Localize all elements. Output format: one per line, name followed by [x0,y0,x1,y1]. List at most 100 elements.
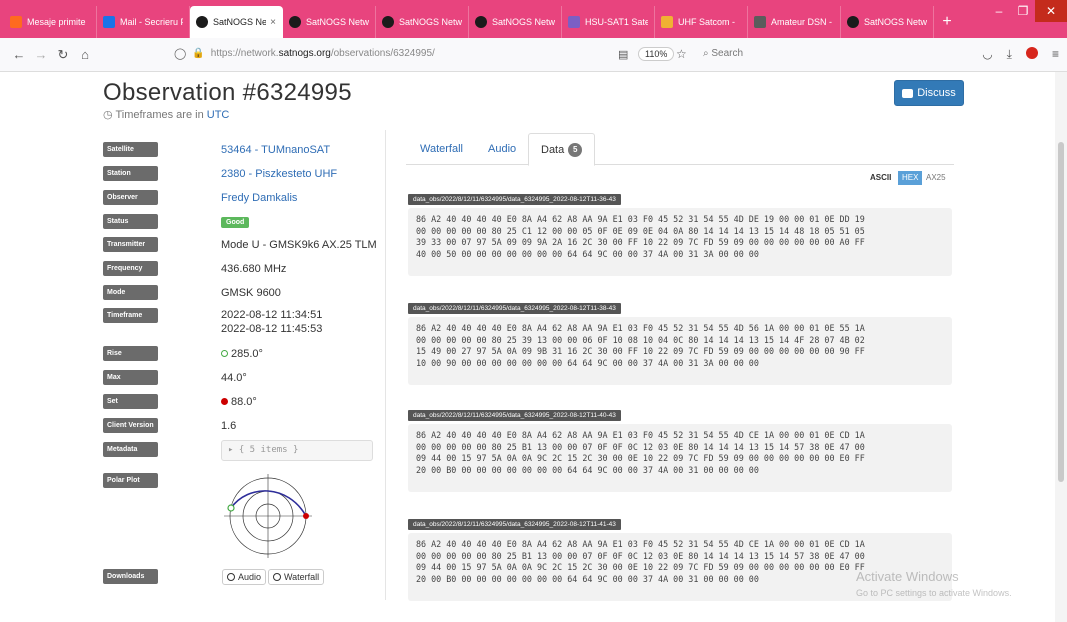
reload-icon[interactable]: ↻ [52,47,74,63]
format-ax25-button[interactable]: AX25 [922,171,950,185]
browser-tab[interactable]: SatNOGS Netwo [469,6,562,38]
mail-favicon-icon [103,16,115,28]
polar-plot [224,474,312,558]
polar-set-marker [303,513,309,519]
sat-favicon-icon [289,16,301,28]
browser-tab[interactable]: SatNOGS Netw× [190,6,283,38]
zoom-level[interactable]: 110% [638,47,675,61]
close-tab-icon[interactable]: × [270,17,276,28]
browser-tab-label: SatNOGS Netwo [399,17,462,27]
home-icon[interactable]: ⌂ [74,47,96,62]
format-ascii-button[interactable]: ASCII [866,171,895,185]
maximize-icon[interactable]: ❐ [1011,0,1035,22]
satellite-link[interactable]: 53464 - TUMnanoSAT [221,144,330,156]
fire-favicon-icon [10,16,22,28]
search-placeholder: Search [711,48,744,59]
navigation-bar: ← → ↻ ⌂ ◯ 🔒 https://network.satnogs.org/… [0,38,1067,72]
timeframe-note-text: Timeframes are in [115,109,204,121]
browser-tab[interactable]: Mail - Secrieru F [97,6,190,38]
browser-tab[interactable]: SatNOGS Netwo [841,6,934,38]
windows-activation-subtext: Go to PC settings to activate Windows. [856,588,1012,598]
close-window-icon[interactable]: ✕ [1035,0,1067,22]
packet-hex: 86 A2 40 40 40 40 E0 8A A4 62 A8 AA 9A E… [408,317,952,385]
bookmark-star-icon[interactable]: ☆ [676,47,687,61]
mode-label: Mode [103,285,158,300]
row-timeframe: Timeframe 2022-08-12 11:34:51 2022-08-12… [103,308,322,335]
pocket-icon[interactable]: ◡ [982,47,992,62]
observer-link[interactable]: Fredy Damkalis [221,192,297,204]
station-label: Station [103,166,158,181]
packet-filename: data_obs/2022/8/12/11/6324995/data_63249… [408,194,621,205]
discuss-label: Discuss [917,87,956,99]
rise-label: Rise [103,346,158,361]
rise-dot-icon [221,349,228,357]
row-downloads: Downloads [103,569,158,584]
tab-waterfall[interactable]: Waterfall [408,133,475,165]
format-hex-button[interactable]: HEX [898,171,923,185]
tab-audio[interactable]: Audio [476,133,528,165]
row-station: Station 2380 - Piszkesteto UHF [103,166,337,181]
browser-tab[interactable]: SatNOGS Netwo [376,6,469,38]
minimize-icon[interactable]: – [987,0,1011,22]
downloads-label: Downloads [103,569,158,584]
frequency-label: Frequency [103,261,158,276]
row-polar-plot: Polar Plot [103,473,158,488]
timeframe-note: ◷ Timeframes are in UTC [103,108,229,121]
sat-favicon-icon [382,16,394,28]
timeframe-start: 2022-08-12 11:34:51 [221,309,323,321]
browser-tab[interactable]: SatNOGS Netwo [283,6,376,38]
forward-icon[interactable]: → [30,47,52,62]
dsn-favicon-icon [754,16,766,28]
scrollbar-thumb[interactable] [1058,142,1064,482]
menu-icon[interactable]: ≡ [1052,47,1059,62]
utc-link[interactable]: UTC [207,109,230,121]
browser-tab[interactable]: Mesaje primite [4,6,97,38]
data-count-badge: 5 [568,142,583,157]
sat-favicon-icon [196,16,208,28]
row-client-version: Client Version 1.6 [103,418,236,433]
window-controls: – ❐ ✕ [987,0,1067,22]
search-box[interactable]: ⌕ Search [703,48,743,59]
browser-tab[interactable]: UHF Satcom - [655,6,748,38]
browser-tab-label: SatNOGS Netwo [864,17,927,27]
page-scrollbar[interactable] [1055,72,1067,622]
packet-filename: data_obs/2022/8/12/11/6324995/data_63249… [408,410,621,421]
tab-data-label: Data [541,143,565,156]
observer-label: Observer [103,190,158,205]
client-version-value: 1.6 [221,419,237,432]
observation-tabs: Waterfall Audio Data 5 [406,133,954,166]
polar-plot-label: Polar Plot [103,473,158,488]
max-value: 44.0° [221,371,247,384]
uhf-favicon-icon [661,16,673,28]
browser-tab-label: UHF Satcom - [678,17,736,27]
transmitter-label: Transmitter [103,237,158,252]
frequency-value: 436.680 MHz [221,262,287,275]
address-bar[interactable]: ◯ 🔒 https://network.satnogs.org/observat… [174,47,435,60]
new-tab-icon[interactable]: + [934,6,960,38]
client-version-label: Client Version [103,418,158,433]
tab-data[interactable]: Data 5 [528,133,596,166]
timeframe-end: 2022-08-12 11:45:53 [221,323,323,335]
rise-value: 285.0° [231,347,263,360]
download-circle-icon [227,573,235,581]
polar-rise-marker [227,504,235,512]
download-waterfall-label: Waterfall [284,572,320,582]
discuss-button[interactable]: Discuss [894,80,964,106]
row-status: Status Good [103,214,250,229]
reader-view-icon[interactable]: ▤ [618,48,628,61]
shield-icon: ◯ [174,48,187,60]
column-divider [385,130,386,600]
polar-pass-track [230,490,307,517]
back-icon[interactable]: ← [8,47,30,62]
browser-tab-label: Mesaje primite [27,17,86,27]
row-mode: Mode GMSK 9600 [103,285,281,300]
browser-tab[interactable]: HSU-SAT1 Satel [562,6,655,38]
download-audio-label: Audio [238,572,262,582]
download-audio-button[interactable]: Audio [222,569,267,585]
browser-tab[interactable]: Amateur DSN - [748,6,841,38]
metadata-viewer[interactable]: ▸ { 5 items } [221,440,373,461]
download-icon[interactable]: ⤓ [1007,47,1012,62]
station-link[interactable]: 2380 - Piszkesteto UHF [221,168,337,180]
adblock-icon[interactable] [1025,47,1038,59]
download-waterfall-button[interactable]: Waterfall [268,569,325,585]
